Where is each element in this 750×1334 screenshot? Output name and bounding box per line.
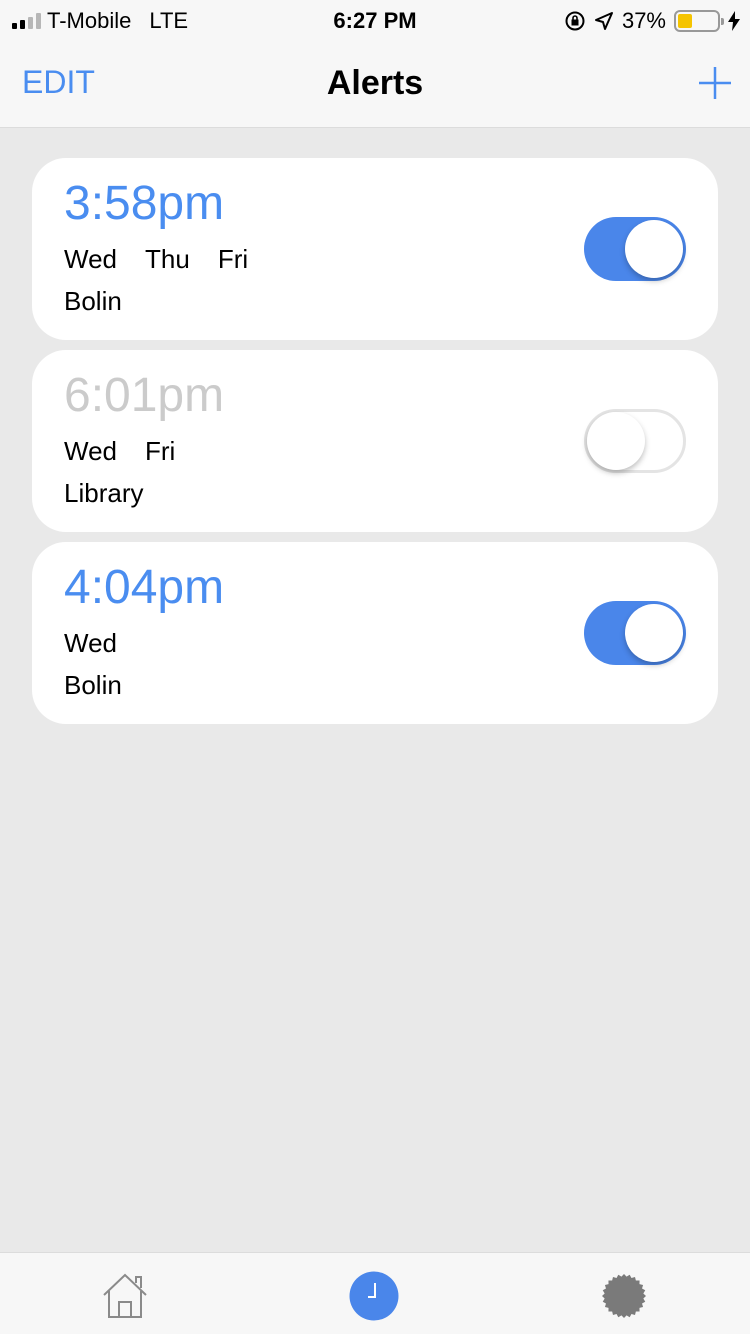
battery-icon	[674, 10, 724, 32]
alert-card[interactable]: 6:01pm Wed Fri Library	[32, 350, 718, 532]
alert-day: Thu	[145, 244, 190, 274]
alert-day: Fri	[145, 436, 176, 466]
toggle-knob	[587, 412, 645, 470]
alert-card[interactable]: 4:04pm Wed Bolin	[32, 542, 718, 724]
alert-toggle[interactable]	[584, 409, 686, 473]
alert-days: Wed Thu Fri	[64, 244, 248, 275]
toggle-knob	[625, 220, 683, 278]
alert-day: Wed	[64, 436, 117, 466]
alert-list: 3:58pm Wed Thu Fri Bolin 6:01pm Wed Fri …	[32, 158, 718, 734]
alert-time: 6:01pm	[64, 369, 225, 422]
charging-bolt-icon	[728, 11, 740, 31]
home-icon	[103, 1273, 147, 1318]
battery-percent: 37%	[621, 8, 666, 33]
page-title: Alerts	[326, 64, 424, 102]
nav-bar: EDIT Alerts	[0, 40, 750, 128]
gear-icon	[602, 1274, 646, 1318]
tab-settings[interactable]	[599, 1271, 649, 1321]
alert-card[interactable]: 3:58pm Wed Thu Fri Bolin	[32, 158, 718, 340]
add-alert-button[interactable]	[698, 66, 732, 100]
toggle-knob	[625, 604, 683, 662]
tab-alerts[interactable]	[349, 1271, 399, 1321]
alert-day: Fri	[217, 244, 249, 274]
alert-time: 3:58pm	[64, 177, 225, 230]
clock-icon	[349, 1271, 399, 1321]
alert-day: Wed	[64, 628, 117, 658]
alert-location: Bolin	[64, 286, 122, 316]
location-arrow-icon	[594, 12, 613, 30]
alert-time: 4:04pm	[64, 561, 225, 614]
alert-toggle[interactable]	[584, 217, 686, 281]
tab-home[interactable]	[100, 1271, 150, 1321]
rotation-lock-icon	[565, 11, 585, 31]
alert-day: Wed	[64, 244, 117, 274]
plus-icon	[699, 67, 731, 99]
status-bar: T-Mobile LTE 6:27 PM 37%	[0, 0, 750, 40]
tab-bar	[0, 1252, 750, 1334]
alert-days: Wed	[64, 628, 117, 659]
alert-location: Library	[64, 478, 144, 508]
alert-days: Wed Fri	[64, 436, 175, 467]
alert-location: Bolin	[64, 670, 122, 700]
alert-toggle[interactable]	[584, 601, 686, 665]
